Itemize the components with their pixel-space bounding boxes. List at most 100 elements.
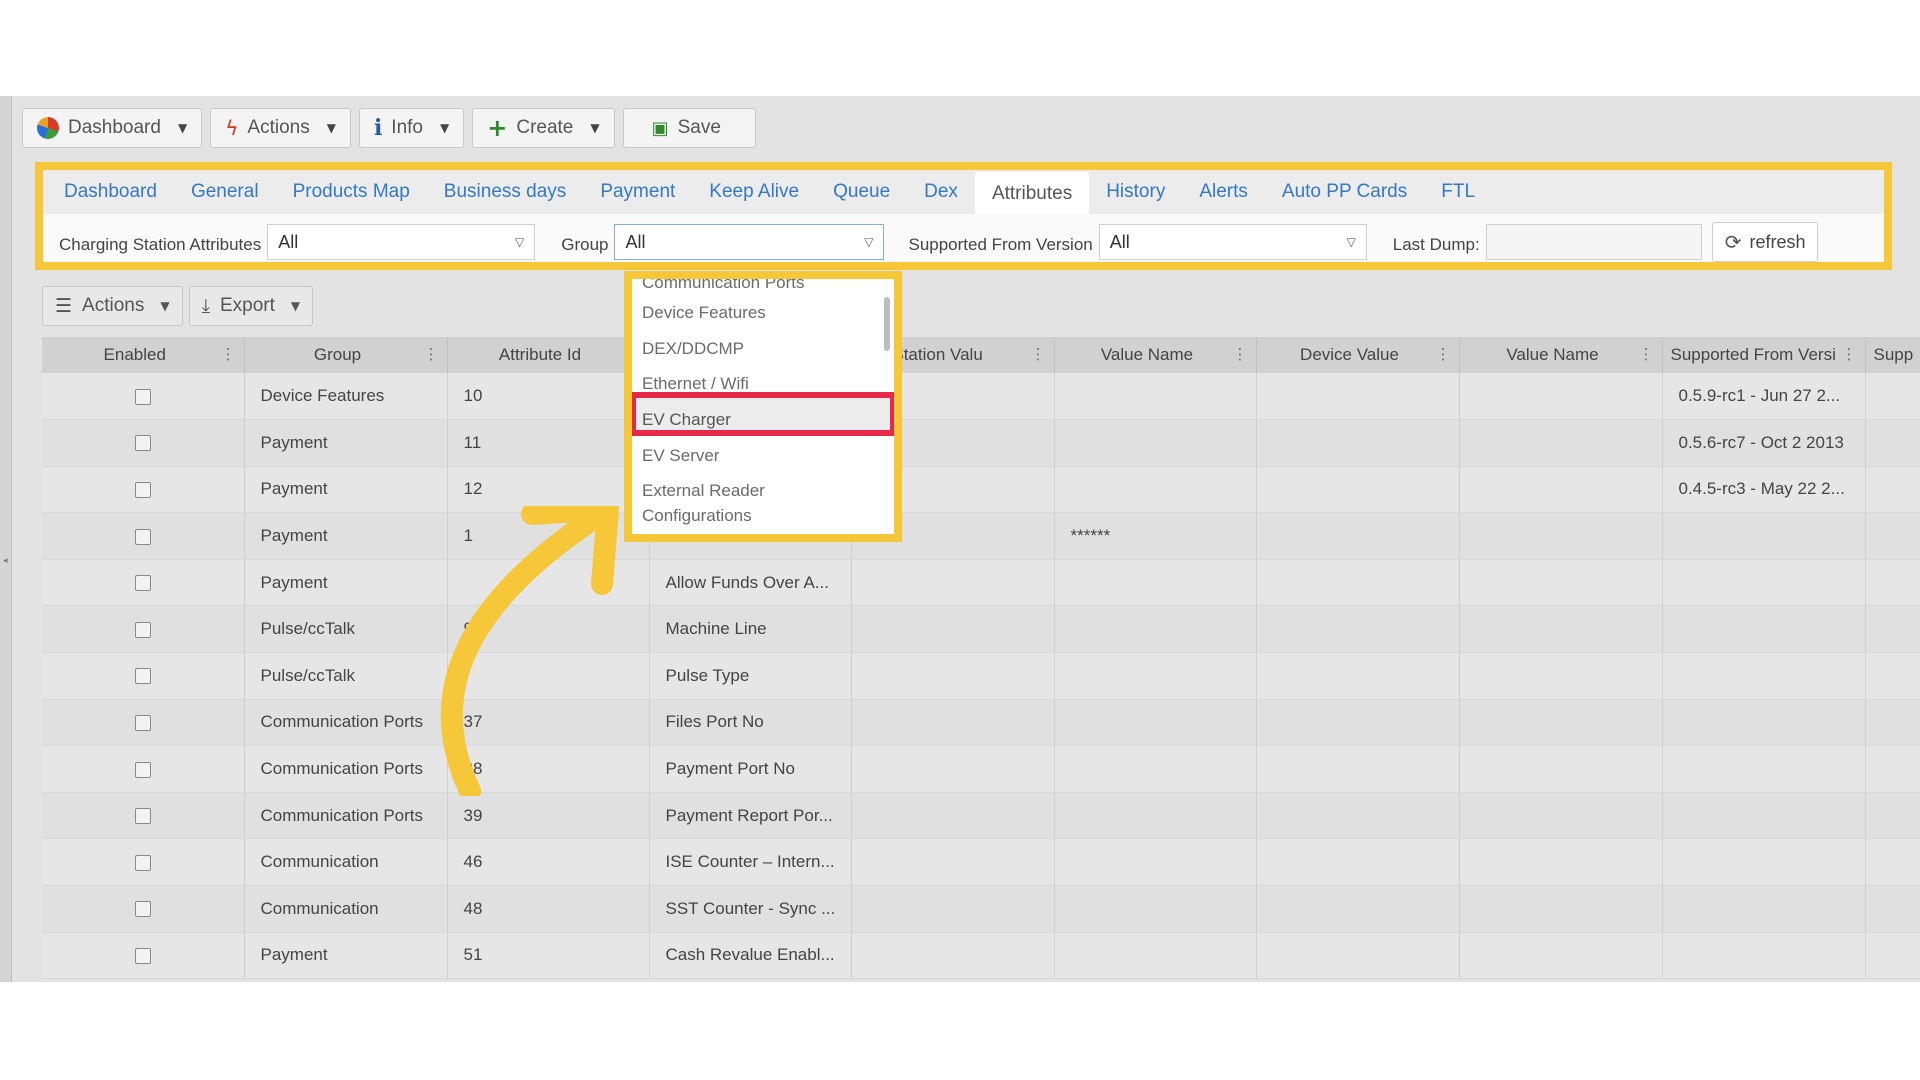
dropdown-option[interactable]: External Reader <box>642 481 765 501</box>
group-cell: Payment <box>244 932 448 980</box>
col-header-attribute-id[interactable]: Attribute Id⋮ <box>447 337 650 373</box>
supported-version-cell: 0.4.5-rc3 - May 22 2... <box>1662 466 1866 514</box>
column-menu-icon[interactable]: ⋮ <box>1639 345 1654 363</box>
dropdown-option[interactable]: Configurations <box>642 506 752 526</box>
column-menu-icon[interactable]: ⋮ <box>221 345 236 363</box>
enabled-checkbox[interactable] <box>134 575 151 592</box>
enabled-checkbox[interactable] <box>134 528 151 545</box>
caret-down-icon: ▼ <box>290 299 301 313</box>
enabled-checkbox[interactable] <box>134 854 151 871</box>
device-value-cell <box>1256 559 1460 607</box>
attribute-name-cell: Payment Port No <box>649 745 852 793</box>
dropdown-scrollbar[interactable] <box>884 297 890 351</box>
enabled-checkbox[interactable] <box>134 435 151 452</box>
value-name-cell <box>1054 373 1257 421</box>
refresh-button[interactable]: ⟳ refresh <box>1711 222 1819 262</box>
tab-dex[interactable]: Dex <box>907 181 975 214</box>
tab-products-map[interactable]: Products Map <box>276 181 427 214</box>
col-header-supported-truncated[interactable]: Supp <box>1865 337 1920 373</box>
device-value-cell <box>1256 419 1460 467</box>
attributes-filter-select[interactable]: All ▽ <box>267 224 536 260</box>
table-row[interactable]: Communication Ports 39 Payment Report Por.… <box>42 792 1920 840</box>
table-row[interactable]: Device Features 10 0.5.9-rc1 - Jun 27 2... <box>42 373 1920 421</box>
table-row[interactable]: Payment 12 0.4.5-rc3 - May 22 2... <box>42 466 1920 514</box>
column-menu-icon[interactable]: ⋮ <box>1031 345 1046 363</box>
tab-queue[interactable]: Queue <box>816 181 907 214</box>
charging-station-value-cell <box>851 838 1055 887</box>
enabled-cell <box>42 699 245 747</box>
table-row[interactable]: Pulse/ccTalk 9 Machine Line <box>42 605 1920 654</box>
left-collapse-bar[interactable]: ◂ <box>0 96 12 982</box>
col-header-device-value[interactable]: Device Value ⋮ <box>1256 337 1460 373</box>
table-row[interactable]: Payment 51 Cash Revalue Enabl... <box>42 932 1920 980</box>
tab-dashboard[interactable]: Dashboard <box>47 181 174 214</box>
tab-ftl[interactable]: FTL <box>1424 181 1492 214</box>
tab-business-days[interactable]: Business days <box>427 181 584 214</box>
enabled-checkbox[interactable] <box>134 621 151 638</box>
actions-menu-button[interactable]: ϟ Actions ▼ <box>210 108 351 148</box>
info-menu-label: Info <box>391 117 423 138</box>
tab-keep-alive[interactable]: Keep Alive <box>692 181 816 214</box>
dropdown-option[interactable]: EV Server <box>642 446 719 466</box>
group-cell: Device Features <box>244 373 448 421</box>
last-dump-field[interactable] <box>1485 224 1702 260</box>
tab-auto-pp-cards[interactable]: Auto PP Cards <box>1265 181 1424 214</box>
enabled-checkbox[interactable] <box>134 947 151 964</box>
grid-actions-button[interactable]: ☰ Actions ▼ <box>42 286 183 326</box>
tab-attributes[interactable]: Attributes <box>974 172 1090 214</box>
column-menu-icon[interactable]: ⋮ <box>1842 345 1857 363</box>
save-button[interactable]: ▣ Save <box>622 108 756 148</box>
device-value-name-cell <box>1459 885 1663 933</box>
column-menu-icon[interactable]: ⋮ <box>1436 345 1451 363</box>
tab-payment[interactable]: Payment <box>583 181 692 214</box>
grid-toolbar: ☰ Actions ▼ ⤓ Export ▼ <box>42 286 314 326</box>
enabled-cell <box>42 652 245 700</box>
version-filter-select[interactable]: All ▽ <box>1098 224 1367 260</box>
enabled-checkbox[interactable] <box>134 761 151 778</box>
dropdown-option-ev-charger[interactable]: EV Charger <box>642 410 731 430</box>
enabled-cell <box>42 419 245 467</box>
col-header-supported-from-version[interactable]: Supported From Versi ⋮ <box>1662 337 1866 373</box>
dropdown-option[interactable]: Communication Ports <box>642 279 805 293</box>
info-menu-button[interactable]: i Info ▼ <box>358 108 465 148</box>
enabled-checkbox[interactable] <box>134 901 151 918</box>
actions-menu-label: Actions <box>247 117 310 138</box>
col-header-value-name[interactable]: Value Name ⋮ <box>1054 337 1257 373</box>
enabled-checkbox[interactable] <box>134 388 151 405</box>
group-cell: Pulse/ccTalk <box>244 652 448 700</box>
col-header-label: Supp <box>1873 345 1914 364</box>
col-header-enabled[interactable]: Enabled ⋮ <box>42 337 245 373</box>
attribute-id-cell: 51 <box>447 932 650 980</box>
column-menu-icon[interactable]: ⋮ <box>1233 345 1248 363</box>
tab-alerts[interactable]: Alerts <box>1182 181 1265 214</box>
value-name-cell <box>1054 838 1257 887</box>
table-row[interactable]: Payment 11 0.5.6-rc7 - Oct 2 2013 <box>42 419 1920 467</box>
device-value-name-cell <box>1459 605 1663 654</box>
attribute-id-cell: 46 <box>447 838 650 887</box>
create-menu-button[interactable]: + Create ▼ <box>472 108 615 148</box>
enabled-checkbox[interactable] <box>134 482 151 498</box>
table-row[interactable]: Payment Allow Funds Over A... <box>42 559 1920 607</box>
enabled-checkbox[interactable] <box>134 808 151 825</box>
table-row[interactable]: Communication Ports 37 Files Port No <box>42 699 1920 747</box>
table-row[interactable]: Payment1Identification Numb...******** <box>42 512 1920 560</box>
table-row[interactable]: Communication 46 ISE Counter – Intern... <box>42 838 1920 887</box>
dropdown-option[interactable]: DEX/DDCMP <box>642 339 744 359</box>
tab-general[interactable]: General <box>174 181 276 214</box>
col-header-device-value-name[interactable]: Value Name ⋮ <box>1459 337 1663 373</box>
dropdown-option[interactable]: Ethernet / Wifi <box>642 374 749 394</box>
export-button[interactable]: ⤓ Export ▼ <box>188 286 314 326</box>
enabled-checkbox[interactable] <box>134 714 151 731</box>
col-header-group[interactable]: Group ⋮ <box>244 337 448 373</box>
dashboard-menu-button[interactable]: Dashboard ▼ <box>22 108 203 148</box>
table-row[interactable]: Communication 48 SST Counter - Sync ... <box>42 885 1920 933</box>
collapse-arrow-icon[interactable]: ◂ <box>3 556 8 566</box>
table-row[interactable]: Pulse/ccTalk Pulse Type <box>42 652 1920 700</box>
column-menu-icon[interactable]: ⋮ <box>424 345 439 363</box>
attributes-filter-value: All <box>278 231 299 252</box>
table-row[interactable]: Communication Ports 38 Payment Port No <box>42 745 1920 793</box>
tab-history[interactable]: History <box>1089 181 1182 214</box>
enabled-checkbox[interactable] <box>134 668 151 685</box>
dropdown-option[interactable]: Device Features <box>642 303 766 323</box>
group-filter-select[interactable]: All ▽ <box>614 224 885 260</box>
